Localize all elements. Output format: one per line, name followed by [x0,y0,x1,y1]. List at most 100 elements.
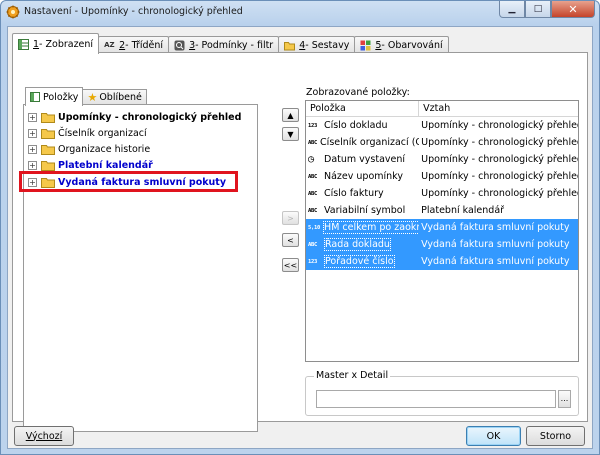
tab-label: - Zobrazení [39,38,94,50]
cell-vztah: Upomínky - chronologický přehled [421,154,578,165]
tab-label: Položky [43,91,79,103]
grid-view-icon [18,38,29,50]
cell-polozka: 123 Pořadové číslo [306,255,419,268]
tab-obarvovani[interactable]: 5 - Obarvování [354,36,449,53]
tab-trideni[interactable]: AZ 2 - Třídění [98,36,170,53]
list-row[interactable]: ABCČíselník organizací (Organizace)Upomí… [306,134,578,151]
folder-open-icon [284,41,296,50]
tab-label: - Podmínky - filtr [195,39,274,51]
tab-podminky-filtr[interactable]: 3 - Podmínky - filtr [168,36,280,53]
maximize-button[interactable]: □ [525,1,551,18]
list-label: Zobrazované položky: [306,87,410,98]
item-name: HM celkem po zaokrouhlení [323,221,420,234]
list-row[interactable]: ABC Číslo faktury Upomínky - chronologický… [306,185,578,202]
list-header: Položka Vztah [306,101,578,117]
master-detail-input[interactable] [316,390,556,408]
tab-label: - Obarvování [381,39,443,51]
type-123-icon: 123 [308,122,318,129]
list-row[interactable]: 123 Číslo dokladu Upomínky - chronologický… [306,117,578,134]
type-abc-icon: ABC [308,241,318,248]
item-name: Variabilní symbol [324,205,406,216]
cell-vztah: Upomínky - chronologický přehled [421,171,578,182]
highlight-annotation [19,171,238,192]
tree-item-organizace-historie[interactable]: + Organizace historie [28,142,150,157]
chevron-right-icon: > [287,213,294,223]
cell-polozka: 5,10HM celkem po zaokrouhlení [306,221,420,234]
grid-view-icon [30,92,40,102]
type-510-icon: 5,10 [308,224,321,231]
items-tree[interactable]: + Upomínky - chronologický přehled + Čís… [19,104,258,432]
tree-item-label: Platební kalendář [58,160,153,171]
column-header-vztah[interactable]: Vztah [419,101,578,117]
remove-item-button[interactable]: < [282,233,299,247]
zobrazeni-panel: Položky ★ Oblíbené + Upomínky - chronolo… [12,52,588,432]
tree-item-ciselnik[interactable]: + Číselník organizací [28,126,147,141]
type-123-icon: 123 [308,258,318,265]
expand-icon[interactable]: + [28,113,37,122]
folder-icon [41,129,55,139]
expand-icon[interactable]: + [28,129,37,138]
ok-button[interactable]: OK [466,426,521,446]
cancel-button[interactable]: Storno [526,426,585,446]
list-row[interactable]: ◷ Datum vystavení Upomínky - chronologický… [306,151,578,168]
cell-vztah: Vydaná faktura smluvní pokuty [421,222,570,233]
cell-polozka: ABC Variabilní symbol [306,205,419,216]
tab-sestavy[interactable]: 4 - Sestavy [278,36,356,53]
tab-polozky[interactable]: Položky [25,87,84,106]
tree-item-label: Upomínky - chronologický přehled [58,112,242,123]
cell-polozka: ABCČíselník organizací (Organizace) [306,137,419,148]
cell-vztah: Upomínky - chronologický přehled [421,137,578,148]
close-icon: ✕ [568,2,578,16]
cell-vztah: Upomínky - chronologický přehled [421,188,578,199]
item-name: Pořadové číslo [324,255,395,268]
cell-vztah: Platební kalendář [421,205,505,216]
cell-polozka: ◷ Datum vystavení [306,154,419,165]
list-row[interactable]: ABC Řada dokladu Vydaná faktura smluvní po… [306,236,578,253]
column-header-polozka[interactable]: Položka [306,101,420,117]
cell-polozka: 123 Číslo dokladu [306,120,419,131]
cell-polozka: ABC Řada dokladu [306,238,419,251]
dialog-window: Nastavení - Upomínky - chronologický pře… [0,0,600,455]
cell-polozka: ABC Název upomínky [306,171,419,182]
minimize-button[interactable]: ▁ [499,1,525,18]
star-icon: ★ [87,91,98,104]
item-name: Datum vystavení [324,154,406,165]
tree-item-label: Organizace historie [58,144,151,155]
maximize-icon: □ [533,4,543,14]
folder-icon [41,113,55,123]
main-tabs: 1 - Zobrazení AZ 2 - Třídění 3 - Podmínk… [12,33,449,54]
window-controls: ▁ □ ✕ [499,1,595,19]
item-name: Číslo dokladu [324,120,388,131]
remove-all-button[interactable]: << [282,258,299,272]
list-row[interactable]: ABC Variabilní symbol Platební kalendář [306,202,578,219]
list-row[interactable]: 5,10HM celkem po zaokrouhleníVydaná fakt… [306,219,578,236]
list-row[interactable]: ABC Název upomínky Upomínky - chronologick… [306,168,578,185]
item-name: Název upomínky [324,171,403,182]
default-button[interactable]: Výchozí [14,426,74,446]
close-button[interactable]: ✕ [551,1,595,18]
move-down-button[interactable]: ▼ [282,127,299,141]
tree-item-upominky[interactable]: + Upomínky - chronologický přehled [28,110,241,125]
type-abc-icon: ABC [308,207,318,214]
cell-vztah: Vydaná faktura smluvní pokuty [421,256,570,267]
move-up-button[interactable]: ▲ [282,108,299,122]
expand-icon[interactable]: + [28,161,37,170]
title-bar[interactable]: Nastavení - Upomínky - chronologický pře… [1,1,599,25]
list-row[interactable]: 123 Pořadové číslo Vydaná faktura smluvní … [306,253,578,270]
add-item-button[interactable]: > [282,211,299,225]
master-detail-label: Master x Detail [314,370,391,381]
app-icon [6,5,20,19]
tab-label: - Třídění [125,39,164,51]
tab-label: - Sestavy [305,39,350,51]
type-abc-icon: ABC [308,139,318,146]
color-grid-icon [360,40,371,50]
clock-icon: ◷ [308,154,314,165]
tab-zobrazeni[interactable]: 1 - Zobrazení [12,33,100,54]
arrow-down-icon: ▼ [287,129,294,139]
displayed-items-list[interactable]: Položka Vztah 123 Číslo dokladu Upomínky -… [305,100,579,362]
browse-button[interactable]: ... [558,390,571,408]
folder-icon [41,145,55,155]
tab-oblibene[interactable]: ★ Oblíbené [82,89,147,105]
expand-icon[interactable]: + [28,145,37,154]
item-name: Číslo faktury [324,188,384,199]
